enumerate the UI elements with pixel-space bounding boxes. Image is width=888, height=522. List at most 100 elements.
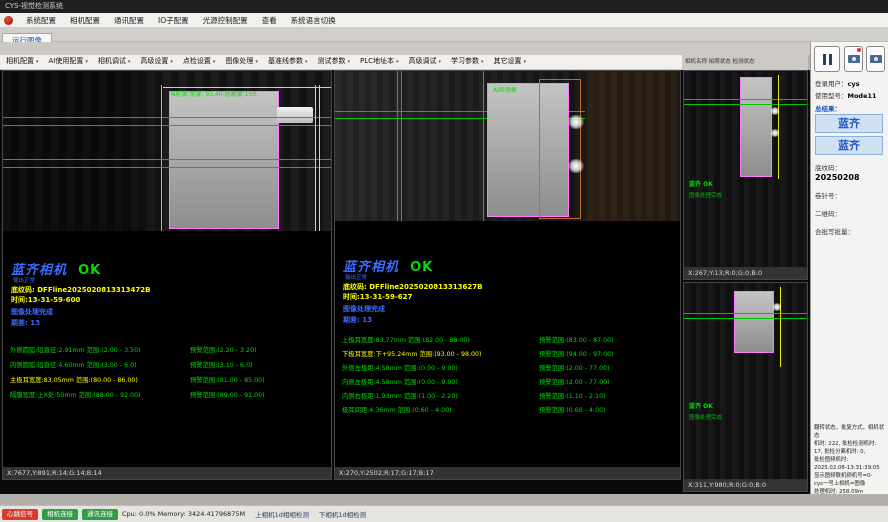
measurement-warn: 预警范围:(89.00 - 91.00) <box>190 390 328 399</box>
result-sub-text: 输出正常 <box>345 273 367 281</box>
measurement-text: 主极耳宽度:83.05mm 范围:(80.00 - 86.00) <box>10 375 190 384</box>
measurement-row: 内侧右极距:1.93mm 范围:(1.00 - 2.20) 预警范围:(1.10… <box>342 391 677 400</box>
measurement-row: 主极耳宽度:83.05mm 范围:(80.00 - 86.00) 预警范围:(8… <box>10 375 328 384</box>
heartbeat-status-badge: 心跳信号 <box>2 509 38 520</box>
model-row: 使用型号：Mode11 <box>815 90 877 100</box>
chevron-down-icon: ▾ <box>36 59 39 65</box>
time-text: 时间:13-31-59-627 <box>343 292 412 302</box>
chevron-down-icon: ▾ <box>128 59 131 65</box>
tool-baseline-params[interactable]: 基准线参数▾ <box>262 54 312 70</box>
overlay-vline <box>483 71 484 221</box>
window-title: CYS-视觉检测系统 <box>5 2 63 10</box>
measurement-row: 下极耳宽度:下+95.24mm 范围:(93.00 - 98.00) 预警范围:… <box>342 349 677 358</box>
menu-item-language[interactable]: 系统语言切换 <box>284 13 343 28</box>
process-status-text: 图像处理完成 <box>11 307 53 317</box>
tool-advanced-settings[interactable]: 高级设置▾ <box>134 54 177 70</box>
small-result-text: 蓝齐 OK <box>689 401 713 410</box>
model-value: Mode11 <box>848 92 877 100</box>
login-user-row: 登录用户：cys <box>815 78 859 88</box>
overlay-hline <box>684 318 807 319</box>
tool-advanced-debug[interactable]: 高级调试▾ <box>403 54 446 70</box>
tool-test-params[interactable]: 测试参数▾ <box>311 54 354 70</box>
reflection-spot <box>770 129 780 137</box>
chevron-down-icon: ▾ <box>396 59 399 65</box>
chevron-down-icon: ▾ <box>305 59 308 65</box>
menu-item-io-config[interactable]: IO子配置 <box>151 13 196 28</box>
measurement-text: 上极耳宽度:83.77mm 范围:(82.00 - 88.00) <box>342 335 539 344</box>
tool-learning-params[interactable]: 学习参数▾ <box>445 54 488 70</box>
overlay-hline <box>3 167 331 168</box>
alert-dot-icon <box>857 48 861 52</box>
camera-view-small-bottom[interactable]: 蓝齐 OK 图像处理完成 <box>684 283 807 480</box>
tool-image-process[interactable]: 图像处理▾ <box>219 54 262 70</box>
camera-view-right[interactable]: AI检测框 <box>335 71 680 221</box>
overlay-hline <box>3 117 331 118</box>
measurement-text: 内侧圆弧:短直径:4.60mm 范围:(3.00 - 6.0) <box>10 360 190 369</box>
measurement-warn: 预警范围:(2.00 - 77.00) <box>539 363 677 372</box>
measurement-row: 内侧圆弧:短直径:4.60mm 范围:(3.00 - 6.0) 预警范围:(3.… <box>10 360 328 369</box>
pixel-coords-readout: X:270,Y:2502;R:17;G:17;B:17 <box>335 467 680 479</box>
camera-panels-area: N轮廓:宽度: 93.40:总高度:150. 蓝齐相机 OK 输出正常 底纹码:… <box>0 70 810 494</box>
measurement-text: 极耳间距:4.36mm 范围:(0.60 - 4.00) <box>342 405 539 414</box>
tool-spot-check[interactable]: 点检设置▾ <box>177 54 220 70</box>
qr-label: 二维码： <box>815 208 841 218</box>
tool-plc-address[interactable]: PLC地址本▾ <box>354 54 403 70</box>
cpu-memory-text: Cpu: 0.0% Memory: 3424.41796875M <box>122 510 245 518</box>
electrode-sheet-region <box>740 77 772 177</box>
chevron-down-icon: ▾ <box>347 59 350 65</box>
barcode-text: 底纹码: DFFline2025020813313627B <box>343 282 482 292</box>
camera-view-left[interactable]: N轮廓:宽度: 93.40:总高度:150. <box>3 71 331 231</box>
menu-item-system-config[interactable]: 系统配置 <box>19 13 63 28</box>
overlay-vline <box>315 85 316 231</box>
camera-panel-small-top: 蓝齐 OK 图像处理完成 X:267;Y:13;R:0;G:0;B:0 <box>683 70 808 280</box>
comm-link-badge: 通讯连接 <box>82 509 118 520</box>
ai-detect-box <box>539 79 581 219</box>
chevron-down-icon: ▾ <box>255 59 258 65</box>
measurement-row: 外侧左极距:4.58mm 范围:(0.00 - 9.00) 预警范围:(2.00… <box>342 363 677 372</box>
measurement-warn: 预警范围:(2.20 - 3.20) <box>190 345 328 354</box>
right-sidebar: 登录用户：cys 使用型号：Mode11 总结果： 蓝齐 蓝齐 底纹码： 202… <box>810 42 888 494</box>
menu-item-light-config[interactable]: 光源控制配置 <box>196 13 255 28</box>
pause-icon <box>823 54 826 65</box>
tool-camera-config[interactable]: 相机配置▾ <box>0 54 43 70</box>
measurement-text: 内侧右极距:1.93mm 范围:(1.00 - 2.20) <box>342 391 539 400</box>
tab-bar: 运行图像 <box>0 28 888 42</box>
info-line: 显示图频联机频机号=0- <box>814 472 886 480</box>
chevron-down-icon: ▾ <box>213 59 216 65</box>
tool-other-settings[interactable]: 其它设置▾ <box>488 54 531 70</box>
measurement-text: 内侧左极距:4.58mm 范围:(0.00 - 9.00) <box>342 377 539 386</box>
overlay-hline <box>3 159 331 160</box>
toolbar: 相机配置▾ AI使用配置▾ 相机调试▾ 高级设置▾ 点检设置▾ 图像处理▾ 基准… <box>0 55 682 70</box>
reflection-spot <box>770 107 780 115</box>
camera-icon <box>848 55 860 63</box>
measurement-row: 外侧圆弧:短直径:2.91mm 范围:(2.00 - 3.50) 预警范围:(2… <box>10 345 328 354</box>
measure-overlay-label: N轮廓:宽度: 93.40:总高度:150. <box>171 89 258 98</box>
camera-view-small-top[interactable]: 蓝齐 OK 图像处理完成 <box>684 71 807 268</box>
overlay-hline <box>684 99 807 100</box>
overlay-vline <box>780 287 781 367</box>
process-status-text: 图像处理完成 <box>343 304 385 314</box>
overlay-hline <box>3 125 331 126</box>
electrode-sheet-region <box>734 291 774 353</box>
overlay-vline <box>401 71 402 221</box>
login-user-value: cys <box>848 80 860 88</box>
spool-label: 卷针号： <box>815 190 841 200</box>
result-ok-text: OK <box>410 260 433 275</box>
menu-item-camera-config[interactable]: 相机配置 <box>63 13 107 28</box>
reflection-spot <box>567 159 585 173</box>
camera-snapshot-button[interactable] <box>844 46 863 72</box>
small-status-text: 图像处理完成 <box>689 191 722 199</box>
result-sub-text: 输出正常 <box>13 276 35 284</box>
camera-record-button[interactable] <box>866 46 885 72</box>
chevron-down-icon: ▾ <box>170 59 173 65</box>
measurement-warn: 预警范围:(3.10 - 6.0) <box>190 360 328 369</box>
status-bar: 心跳信号 相机连接 通讯连接 Cpu: 0.0% Memory: 3424.41… <box>0 505 888 522</box>
pause-button[interactable] <box>814 46 840 72</box>
menu-item-comm-config[interactable]: 通讯配置 <box>107 13 151 28</box>
camera-icon <box>870 55 882 63</box>
menu-item-view[interactable]: 查看 <box>255 13 284 28</box>
tool-ai-config[interactable]: AI使用配置▾ <box>43 54 92 70</box>
measurement-text: 隔膜宽度:上X处:50mm 范围:(88.00 - 92.00) <box>10 390 190 399</box>
tool-camera-debug[interactable]: 相机调试▾ <box>92 54 135 70</box>
info-line: 17, 批检分离机时: 0, <box>814 448 886 456</box>
